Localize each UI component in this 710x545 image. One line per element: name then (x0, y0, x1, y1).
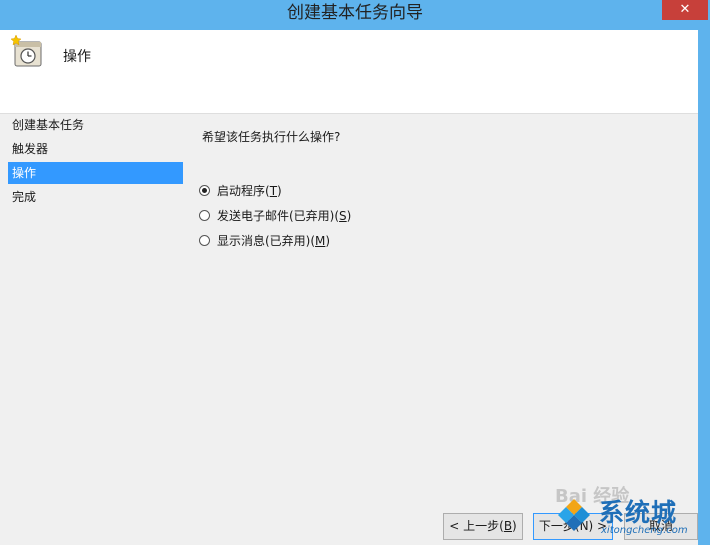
close-button[interactable]: ✕ (662, 0, 708, 20)
action-options: 启动程序(T) 发送电子邮件(已弃用)(S) 显示消息(已弃用)(M) (199, 178, 351, 253)
watermark-en-text: xitongcheng.com (601, 525, 688, 536)
start-program-label[interactable]: 启动程序(T) (217, 182, 282, 199)
display-message-label[interactable]: 显示消息(已弃用)(M) (217, 232, 330, 249)
close-icon: ✕ (679, 2, 691, 17)
option-start-program[interactable]: 启动程序(T) (199, 178, 351, 203)
task-clock-icon (10, 34, 42, 67)
display-message-radio[interactable] (199, 235, 210, 246)
start-program-radio[interactable] (199, 185, 210, 196)
action-question: 希望该任务执行什么操作? (202, 130, 341, 144)
page-title: 操作 (63, 49, 91, 65)
window-border (698, 30, 710, 545)
step-finish[interactable]: 完成 (8, 186, 183, 208)
option-send-email[interactable]: 发送电子邮件(已弃用)(S) (199, 203, 351, 228)
window-title: 创建基本任务向导 (287, 3, 423, 23)
wizard-header: 操作 (0, 30, 698, 114)
step-create-basic-task[interactable]: 创建基本任务 (8, 114, 183, 136)
send-email-radio[interactable] (199, 210, 210, 221)
back-button[interactable]: < 上一步(B) (443, 513, 523, 540)
watermark-cn-text: 系统城 (599, 498, 678, 527)
step-trigger[interactable]: 触发器 (8, 138, 183, 160)
title-bar[interactable]: 创建基本任务向导 ✕ (0, 0, 710, 30)
wizard-steps: 创建基本任务 触发器 操作 完成 (8, 114, 183, 210)
send-email-label[interactable]: 发送电子邮件(已弃用)(S) (217, 207, 351, 224)
diamond-logo-icon (558, 499, 590, 531)
step-action[interactable]: 操作 (8, 162, 183, 184)
site-watermark: Bai 经验 系统城 xitongcheng.com (555, 486, 707, 542)
option-display-message[interactable]: 显示消息(已弃用)(M) (199, 228, 351, 253)
